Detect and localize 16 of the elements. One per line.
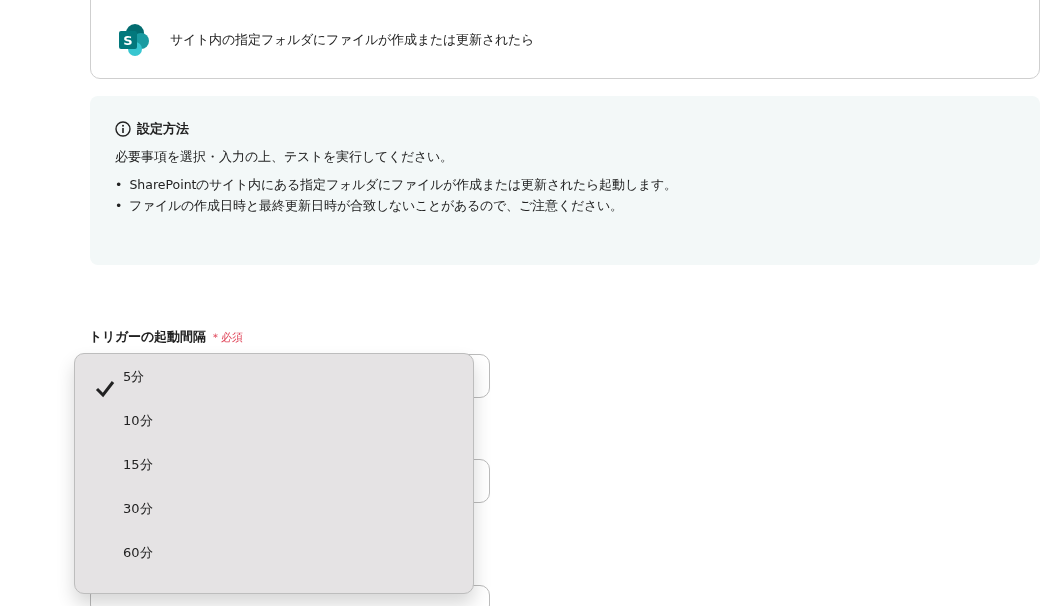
dropdown-option[interactable]: 30分 — [75, 500, 473, 544]
dropdown-option[interactable]: 5分 — [75, 368, 473, 412]
info-text: 必要事項を選択・入力の上、テストを実行してください。 — [115, 149, 454, 166]
dropdown-option[interactable]: 10分 — [75, 412, 473, 456]
info-icon — [115, 121, 131, 137]
dropdown-option[interactable]: 15分 — [75, 456, 473, 500]
info-heading: 設定方法 — [137, 120, 189, 138]
info-bullet: ファイルの作成日時と最終更新日時が合致しないことがあるので、ご注意ください。 — [129, 197, 624, 215]
bullet-marker: • — [115, 197, 123, 215]
bullet-marker: • — [115, 176, 123, 194]
trigger-title: サイト内の指定フォルダにファイルが作成または更新されたら — [170, 30, 534, 49]
field-label: トリガーの起動間隔 — [89, 328, 206, 346]
info-bullet: SharePointのサイト内にある指定フォルダにファイルが作成または更新されたら起動します。 — [129, 176, 678, 194]
required-mark: ＊必須 — [210, 329, 243, 345]
trigger-card[interactable]: S サイト内の指定フォルダにファイルが作成または更新されたら — [90, 0, 1040, 79]
dropdown-option[interactable]: 60分 — [75, 544, 473, 588]
